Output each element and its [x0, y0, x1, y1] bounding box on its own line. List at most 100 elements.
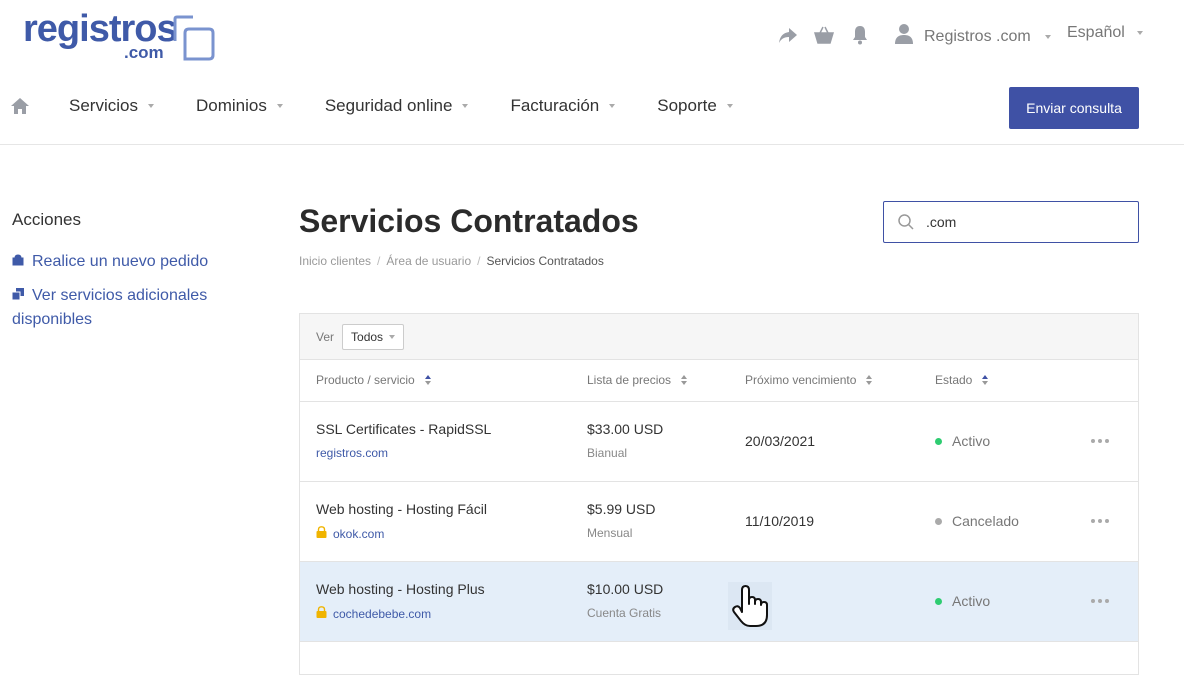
bag-icon — [12, 250, 24, 274]
due-date: 11/10/2019 — [745, 513, 815, 529]
more-options-icon[interactable] — [1091, 439, 1109, 443]
more-options-icon[interactable] — [1091, 599, 1109, 603]
breadcrumb-current: Servicios Contratados — [486, 254, 604, 268]
user-icon — [894, 23, 914, 50]
column-label: Próximo vencimiento — [745, 373, 857, 387]
nav-label: Seguridad online — [324, 96, 453, 115]
status-badge: Activo — [935, 593, 990, 609]
nav-label: Servicios — [69, 96, 138, 115]
nav-item-soporte[interactable]: Soporte — [657, 96, 733, 116]
chevron-down-icon — [1136, 31, 1143, 35]
hand-pointer-icon — [728, 582, 772, 635]
status-label: Cancelado — [952, 513, 1019, 529]
home-icon[interactable] — [10, 97, 30, 115]
more-options-icon[interactable] — [1091, 519, 1109, 523]
search-input[interactable] — [924, 213, 1118, 231]
chevron-down-icon — [147, 104, 154, 108]
status-badge: Activo — [935, 433, 990, 449]
table-row[interactable]: Web hosting - Hosting Plus cochedebebe.c… — [300, 562, 1138, 642]
logo-subtext[interactable]: .com — [124, 44, 164, 61]
basket-icon[interactable] — [813, 24, 835, 46]
status-dot-icon — [935, 437, 942, 445]
domain-link[interactable]: registros.com — [316, 446, 388, 460]
lock-icon — [316, 526, 327, 541]
chevron-down-icon — [276, 104, 283, 108]
send-inquiry-button[interactable]: Enviar consulta — [1009, 87, 1139, 129]
nav-label: Soporte — [657, 96, 717, 115]
nav-item-seguridad[interactable]: Seguridad online — [325, 96, 469, 116]
column-label: Lista de precios — [587, 373, 672, 387]
page-title: Servicios Contratados — [299, 203, 639, 239]
sort-icon — [424, 375, 431, 385]
search-icon — [898, 214, 914, 230]
breadcrumb-user-area[interactable]: Área de usuario — [386, 254, 471, 268]
product-name: Web hosting - Hosting Plus — [316, 581, 485, 597]
domain-link[interactable]: cochedebebe.com — [333, 607, 431, 621]
account-label: Registros .com — [924, 27, 1031, 45]
bell-icon[interactable] — [849, 24, 871, 46]
column-header-product[interactable]: Producto / servicio — [316, 373, 431, 387]
product-name: SSL Certificates - RapidSSL — [316, 421, 492, 437]
sort-icon — [681, 375, 688, 385]
chevron-down-icon — [389, 334, 396, 339]
status-badge: Cancelado — [935, 513, 1019, 529]
addons-link[interactable]: Ver servicios adicionales disponibles — [11, 284, 252, 332]
sort-icon — [866, 375, 873, 385]
status-label: Activo — [952, 433, 991, 449]
column-label: Producto / servicio — [316, 373, 415, 387]
header-divider — [0, 144, 1184, 145]
price: $5.99 USD — [587, 501, 656, 517]
breadcrumb-home[interactable]: Inicio clientes — [299, 254, 371, 268]
table-row[interactable]: SSL Certificates - RapidSSL registros.co… — [300, 402, 1138, 482]
breadcrumb: Inicio clientes / Área de usuario / Serv… — [299, 254, 604, 268]
account-menu[interactable]: Registros .com — [894, 23, 1051, 50]
table-row[interactable]: Web hosting - Hosting Fácil okok.com $5.… — [300, 482, 1138, 562]
breadcrumb-separator: / — [377, 254, 381, 268]
chevron-down-icon — [609, 104, 616, 108]
price: $10.00 USD — [587, 581, 664, 597]
chevron-down-icon — [1044, 34, 1051, 39]
product-name: Web hosting - Hosting Fácil — [316, 501, 487, 517]
chevron-down-icon — [726, 104, 733, 108]
addons-label: Ver servicios adicionales disponibles — [12, 287, 208, 329]
nav-item-dominios[interactable]: Dominios — [196, 96, 283, 116]
sidebar-title: Acciones — [12, 210, 81, 229]
due-date: 20/03/2021 — [745, 433, 816, 449]
share-icon[interactable] — [777, 24, 799, 46]
column-header-price[interactable]: Lista de precios — [587, 373, 688, 387]
column-header-due-date[interactable]: Próximo vencimiento — [745, 373, 873, 387]
billing-cycle: Mensual — [587, 526, 633, 540]
domain-link[interactable]: okok.com — [333, 527, 384, 541]
services-table: Ver Todos Producto / servicio Lista de p… — [299, 313, 1139, 675]
language-selector[interactable]: Español — [1067, 24, 1143, 42]
search-box[interactable] — [883, 201, 1139, 243]
product-domain[interactable]: okok.com — [316, 526, 384, 541]
status-label: Activo — [952, 593, 991, 609]
status-filter-select[interactable]: Todos — [342, 323, 405, 350]
new-order-link[interactable]: Realice un nuevo pedido — [12, 250, 252, 274]
addons-icon — [11, 284, 24, 308]
lock-icon — [316, 606, 327, 621]
product-domain[interactable]: cochedebebe.com — [316, 606, 431, 621]
status-filter-value: Todos — [351, 329, 384, 344]
breadcrumb-separator: / — [477, 254, 481, 268]
filter-label: Ver — [316, 329, 335, 344]
nav-label: Dominios — [195, 96, 267, 115]
status-dot-icon — [935, 517, 942, 525]
nav-item-servicios[interactable]: Servicios — [69, 96, 154, 116]
nav-item-facturacion[interactable]: Facturación — [510, 96, 616, 116]
column-label: Estado — [935, 373, 973, 387]
chevron-down-icon — [462, 104, 469, 108]
column-header-status[interactable]: Estado — [935, 373, 989, 387]
sort-icon — [982, 375, 989, 385]
product-domain[interactable]: registros.com — [316, 446, 388, 460]
status-dot-icon — [935, 597, 942, 605]
logo-mark-icon — [173, 15, 217, 66]
price: $33.00 USD — [587, 421, 664, 437]
main-nav: Servicios Dominios Seguridad online Fact… — [10, 96, 733, 116]
billing-cycle: Cuenta Gratis — [587, 606, 662, 620]
language-label: Español — [1067, 24, 1125, 41]
new-order-label: Realice un nuevo pedido — [32, 253, 209, 271]
table-header: Producto / servicio Lista de precios Pró… — [300, 360, 1138, 402]
nav-label: Facturación — [510, 96, 600, 115]
